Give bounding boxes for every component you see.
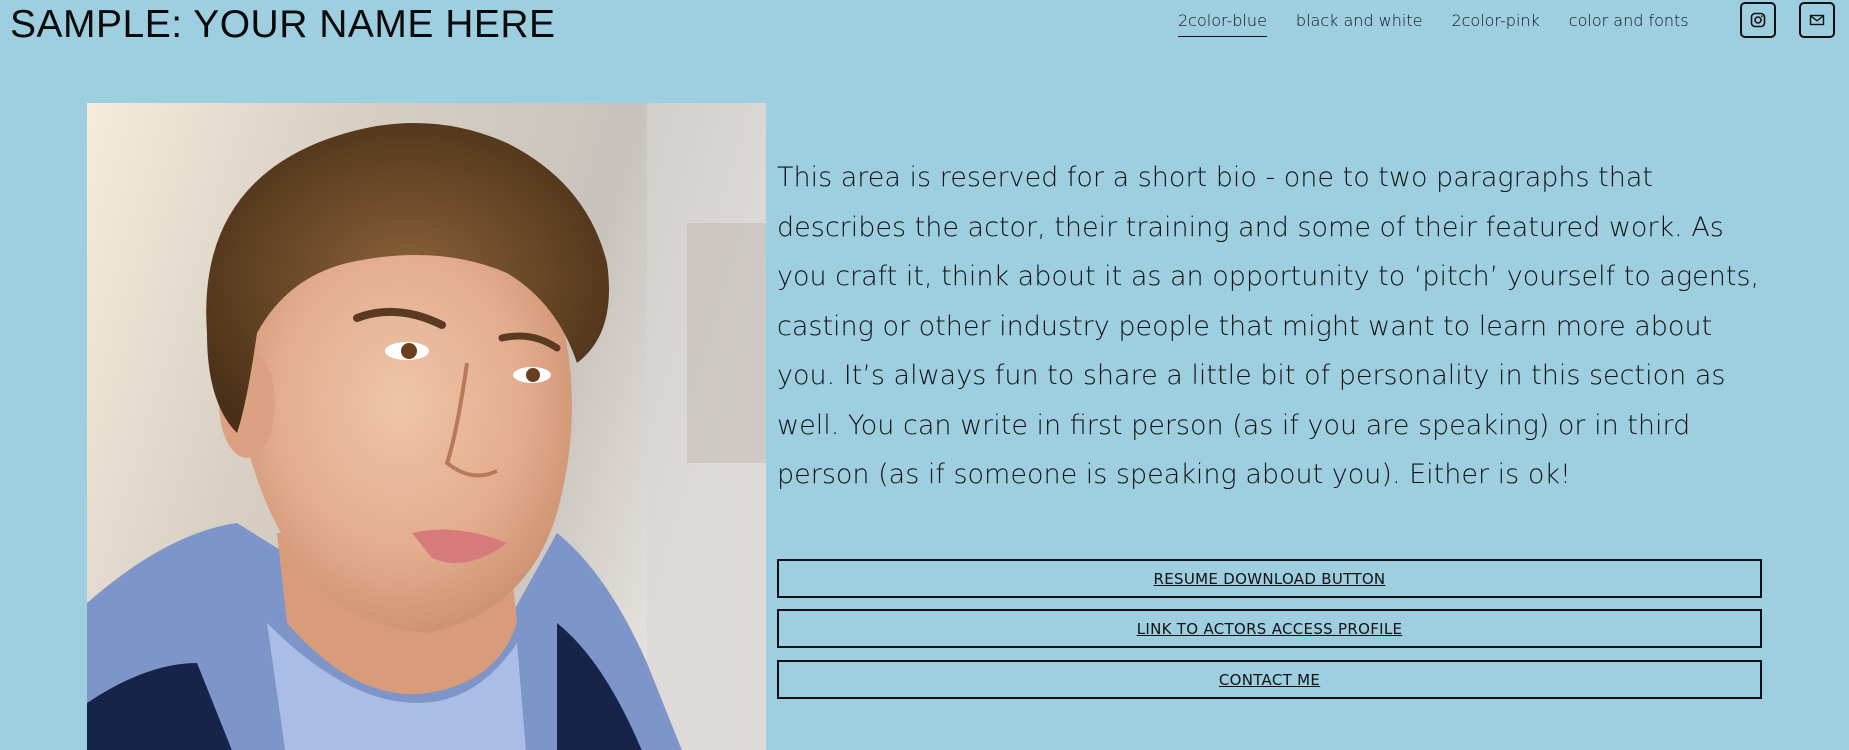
bio-text: This area is reserved for a short bio - … — [777, 162, 1760, 490]
nav-item-2color-pink[interactable]: 2color-pink — [1451, 9, 1539, 37]
main-nav: 2color-blue black and white 2color-pink … — [1178, 9, 1718, 37]
contact-me-button[interactable]: CONTACT ME — [777, 660, 1762, 699]
site-title[interactable]: SAMPLE: YOUR NAME HERE — [10, 2, 556, 48]
instagram-button[interactable] — [1740, 2, 1776, 38]
email-icon — [1809, 14, 1825, 26]
nav-item-color-and-fonts[interactable]: color and fonts — [1569, 9, 1689, 37]
nav-item-2color-blue[interactable]: 2color-blue — [1178, 9, 1267, 37]
email-button[interactable] — [1799, 2, 1835, 38]
nav-item-black-and-white[interactable]: black and white — [1296, 9, 1423, 37]
headshot-photo — [87, 103, 766, 750]
page: SAMPLE: YOUR NAME HERE 2color-blue black… — [0, 0, 1849, 750]
instagram-icon — [1750, 12, 1766, 28]
actors-access-button[interactable]: LINK TO ACTORS ACCESS PROFILE — [777, 609, 1762, 648]
resume-download-button[interactable]: RESUME DOWNLOAD BUTTON — [777, 559, 1762, 598]
